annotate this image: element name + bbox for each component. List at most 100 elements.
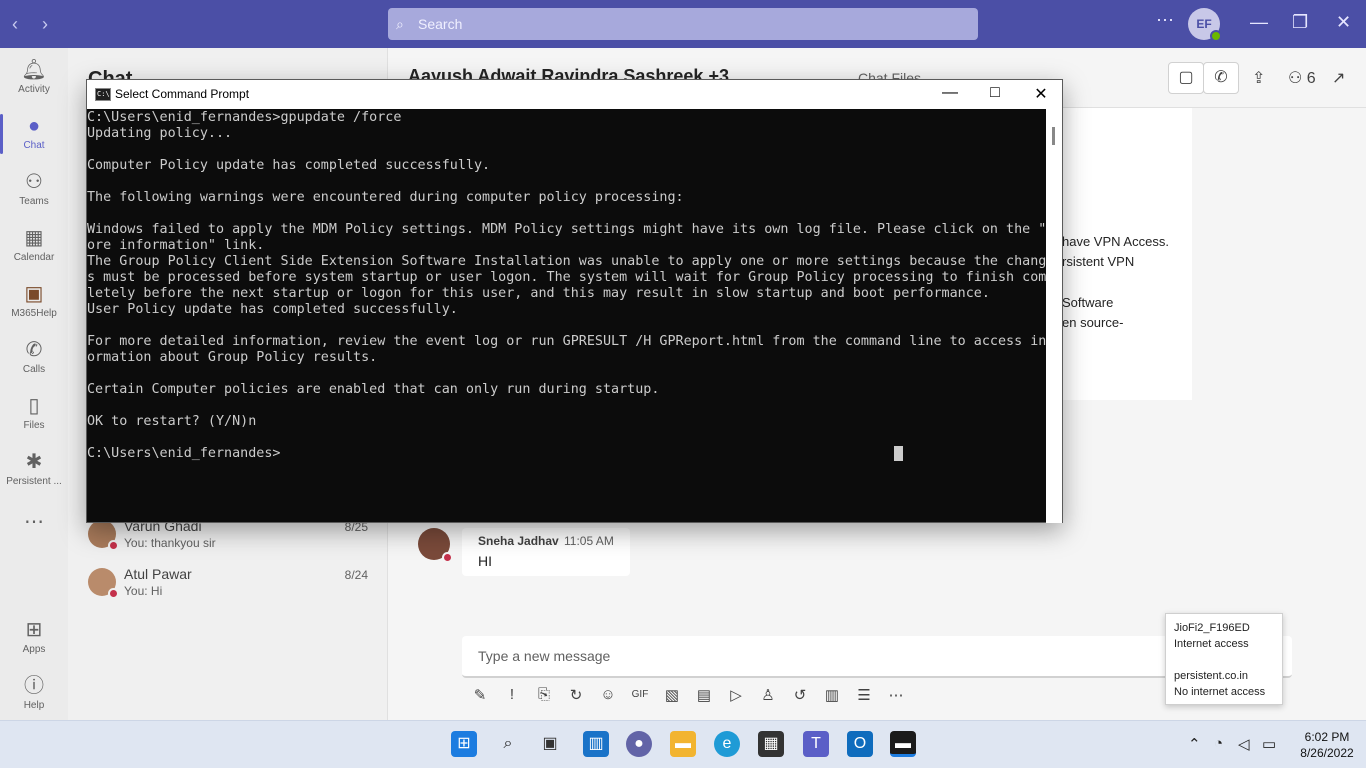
more-horizontal-icon[interactable]: ⋯ xyxy=(886,686,906,704)
pop-out-icon[interactable]: ↗ xyxy=(1332,68,1345,88)
card-line: have VPN Access. xyxy=(1062,234,1169,249)
rail-item-chat[interactable]: ● Chat xyxy=(0,114,68,154)
command-prompt-window[interactable]: C:\ Select Command Prompt — □ ✕ C:\Users… xyxy=(86,79,1063,523)
forward-arrow-icon[interactable]: › xyxy=(42,14,48,35)
teams-icon: ⚇ xyxy=(25,171,43,193)
loop-icon[interactable]: ↻ xyxy=(566,686,586,704)
more-options-icon[interactable]: ⋯ xyxy=(1156,10,1175,31)
console-line: C:\Users\enid_fernandes>gpupdate /force xyxy=(87,110,402,125)
system-clock[interactable]: 6:02 PM 8/26/2022 xyxy=(1292,729,1362,761)
cmd-console-output[interactable]: C:\Users\enid_fernandes>gpupdate /force U… xyxy=(87,109,1047,523)
search-input[interactable]: ⌕ Search xyxy=(388,8,978,40)
scrollbar-thumb[interactable] xyxy=(1052,127,1055,145)
video-call-button[interactable]: ▢ xyxy=(1168,62,1204,94)
emoji-icon[interactable]: ☺ xyxy=(598,686,618,703)
rail-more-apps[interactable]: ⋯ xyxy=(0,510,68,536)
command-prompt-taskbar-icon[interactable]: ▬ xyxy=(890,731,916,757)
presence-busy-icon xyxy=(108,540,119,551)
phone-icon: ✆ xyxy=(25,339,43,361)
rail-item-apps[interactable]: ⊞ Apps xyxy=(0,618,68,655)
console-line: For more detailed information, review th… xyxy=(87,334,1047,349)
rail-item-teams[interactable]: ⚇ Teams xyxy=(0,170,68,207)
cmd-maximize-icon[interactable]: □ xyxy=(985,84,1005,102)
rail-item-activity[interactable]: 🔔︎ Activity xyxy=(0,58,68,95)
cmd-minimize-icon[interactable]: — xyxy=(940,84,960,102)
rail-item-help[interactable]: ⓘ Help xyxy=(0,674,68,711)
search-placeholder: Search xyxy=(418,16,463,32)
persistent-icon: ✱ xyxy=(25,451,43,473)
wifi-icon[interactable]: ◔ xyxy=(1214,735,1223,752)
schedule-meeting-icon[interactable]: ▤ xyxy=(694,686,714,704)
rail-item-files[interactable]: ▯ Files xyxy=(0,394,68,431)
task-view-icon[interactable]: ▣ xyxy=(537,731,563,757)
console-line: s must be processed before system startu… xyxy=(87,270,1047,285)
sticker-icon[interactable]: ▧ xyxy=(662,686,682,704)
chat-date: 8/24 xyxy=(344,568,368,582)
presence-busy-icon xyxy=(442,552,453,563)
clock-date: 8/26/2022 xyxy=(1300,746,1354,760)
message-card: have VPN Access. rsistent VPN Software e… xyxy=(1060,108,1192,400)
profile-avatar[interactable]: EF xyxy=(1188,8,1222,42)
participants-icon[interactable]: ⚇ 6 xyxy=(1288,68,1316,88)
chat-name: Atul Pawar xyxy=(124,566,192,582)
edge-browser-icon[interactable]: e xyxy=(714,731,740,757)
message-bubble[interactable]: Sneha Jadhav 11:05 AM HI xyxy=(462,528,630,576)
message-author: Sneha Jadhav xyxy=(478,534,559,548)
battery-icon[interactable]: ▭ xyxy=(1262,735,1276,753)
apps-toolbar-icon[interactable]: ▥ xyxy=(822,686,842,704)
card-line: en source- xyxy=(1062,315,1124,330)
rail-item-calendar[interactable]: ▦ Calendar xyxy=(0,226,68,263)
console-line: Updating policy... xyxy=(87,126,233,141)
forms-icon[interactable]: ☰ xyxy=(854,686,874,704)
profile-initials: EF xyxy=(1196,17,1212,31)
cmd-title-bar[interactable]: C:\ Select Command Prompt — □ ✕ xyxy=(87,80,1062,109)
list-item[interactable]: Atul Pawar You: Hi 8/24 xyxy=(88,566,388,606)
cmd-scrollbar[interactable] xyxy=(1046,109,1062,523)
network-name: JioFi2_F196ED xyxy=(1174,622,1250,634)
back-arrow-icon[interactable]: ‹ xyxy=(12,14,18,35)
store-icon[interactable]: ▦ xyxy=(758,731,784,757)
chevron-up-icon[interactable]: ⌃ xyxy=(1188,735,1201,753)
important-icon[interactable]: ! xyxy=(502,686,522,703)
format-icon[interactable]: ✎ xyxy=(470,686,490,704)
start-button-icon[interactable]: ⊞ xyxy=(451,731,477,757)
presence-available-icon xyxy=(1210,30,1222,42)
close-icon[interactable]: ✕ xyxy=(1336,12,1351,33)
file-explorer-icon[interactable]: ▬ xyxy=(670,731,696,757)
search-icon[interactable]: ⌕ xyxy=(495,731,521,757)
rail-item-calls[interactable]: ✆ Calls xyxy=(0,338,68,375)
video-icon: ▢ xyxy=(1178,69,1194,86)
outlook-icon[interactable]: O xyxy=(847,731,873,757)
teams-chat-icon[interactable]: ● xyxy=(626,731,652,757)
rail-item-persistent[interactable]: ✱ Persistent ... xyxy=(0,450,68,487)
send-later-icon[interactable]: ▷ xyxy=(726,686,746,704)
network-name: persistent.co.in xyxy=(1174,670,1248,682)
chat-preview: You: thankyou sir xyxy=(124,536,216,550)
rail-item-m365help[interactable]: ▣ M365Help xyxy=(0,282,68,319)
console-line: Windows failed to apply the MDM Policy s… xyxy=(87,222,1047,237)
minimize-icon[interactable]: — xyxy=(1250,12,1268,33)
volume-icon[interactable]: ◁ xyxy=(1238,735,1250,753)
presence-busy-icon xyxy=(108,588,119,599)
card-line: Software xyxy=(1062,295,1114,310)
list-item[interactable]: Varun Ghadi You: thankyou sir 8/25 xyxy=(88,518,388,558)
console-line: The following warnings were encountered … xyxy=(87,190,684,205)
refresh-icon[interactable]: ↺ xyxy=(790,686,810,704)
widgets-icon[interactable]: ▥ xyxy=(583,731,609,757)
rail-label: Files xyxy=(23,420,45,431)
composer-placeholder: Type a new message xyxy=(478,648,611,664)
restore-icon[interactable]: ❐ xyxy=(1292,12,1308,33)
share-screen-icon[interactable]: ⇪ xyxy=(1252,68,1265,88)
teams-icon[interactable]: T xyxy=(803,731,829,757)
bell-icon: 🔔︎ xyxy=(21,59,47,81)
audio-call-button[interactable]: ✆ xyxy=(1203,62,1239,94)
card-line: rsistent VPN xyxy=(1062,254,1135,269)
cmd-close-icon[interactable]: ✕ xyxy=(1031,84,1051,104)
network-status: No internet access xyxy=(1174,686,1266,698)
attach-icon[interactable]: ⎘ xyxy=(534,686,554,703)
praise-icon[interactable]: ♙ xyxy=(758,686,778,704)
rail-label: Help xyxy=(23,700,45,711)
console-line: OK to restart? (Y/N)n xyxy=(87,414,257,429)
gif-icon[interactable]: GIF xyxy=(630,689,650,700)
app-rail: 🔔︎ Activity ● Chat ⚇ Teams ▦ Calendar ▣ … xyxy=(0,48,68,720)
